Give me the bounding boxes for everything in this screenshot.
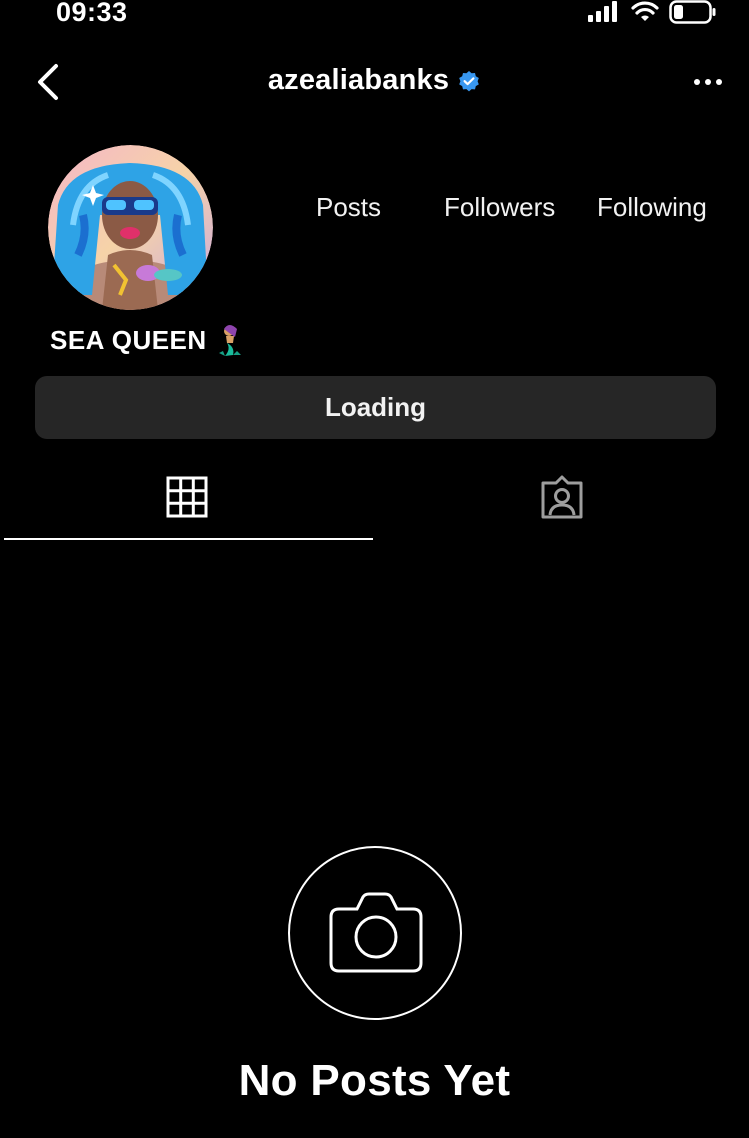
instagram-profile-screen: 09:33 azealiabanks Posts Followers Follo…: [0, 0, 749, 1138]
posts-stat-label[interactable]: Posts: [316, 192, 381, 223]
profile-stats: Posts Followers Following: [0, 192, 749, 224]
verified-badge-icon: [459, 71, 479, 92]
camera-icon: [329, 892, 423, 973]
mermaid-icon: [218, 325, 241, 356]
username: azealiabanks: [267, 64, 450, 96]
profile-tabs: [0, 465, 749, 543]
followers-stat-label[interactable]: Followers: [444, 192, 555, 223]
profile-avatar[interactable]: [48, 145, 213, 310]
tagged-person-icon: [541, 475, 583, 519]
empty-state-title: No Posts Yet: [238, 1056, 511, 1105]
more-options-icon[interactable]: [693, 74, 723, 90]
following-stat-label[interactable]: Following: [597, 192, 707, 223]
display-name-row: SEA QUEEN: [50, 323, 249, 357]
status-bar: 09:33: [0, 0, 749, 30]
loading-button[interactable]: Loading: [35, 376, 716, 439]
grid-icon: [166, 476, 208, 518]
tab-tagged[interactable]: [375, 465, 749, 543]
signal-icon: [588, 1, 617, 22]
header-title: azealiabanks: [0, 64, 749, 97]
tab-posts-grid[interactable]: [0, 465, 374, 543]
battery-icon: [669, 0, 716, 24]
display-name: SEA QUEEN: [50, 324, 207, 355]
profile-header: azealiabanks: [0, 56, 749, 108]
active-tab-indicator: [4, 538, 373, 540]
wifi-icon: [631, 1, 659, 21]
status-time: 09:33: [56, 0, 128, 27]
status-icons: [587, 0, 717, 24]
